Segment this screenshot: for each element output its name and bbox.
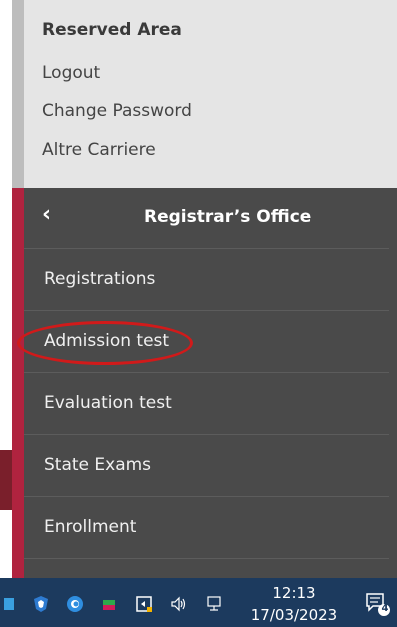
speaker-icon[interactable] [170, 595, 188, 613]
menu-item-evaluation-test[interactable]: Evaluation test [24, 373, 389, 435]
menu-header: ‹ Registrar’s Office [24, 188, 389, 249]
left-strip [0, 0, 24, 578]
browser-icon[interactable] [66, 595, 84, 613]
logout-link[interactable]: Logout [42, 63, 100, 83]
menu-item-registrations[interactable]: Registrations [24, 249, 389, 311]
menu-item-admission-test[interactable]: Admission test [24, 311, 389, 373]
windows-taskbar: 12:13 17/03/2023 4 [0, 578, 397, 627]
bookstack-icon[interactable] [100, 595, 118, 613]
shield-icon[interactable] [32, 595, 50, 613]
altre-carriere-link[interactable]: Altre Carriere [42, 140, 156, 160]
menu-item-enrollment[interactable]: Enrollment [24, 497, 389, 559]
menu-item-label: Registrations [44, 269, 156, 289]
taskbar-clock[interactable]: 12:13 17/03/2023 [246, 582, 342, 626]
menu-item-state-exams[interactable]: State Exams [24, 435, 389, 497]
left-strip-red [12, 188, 24, 578]
menu-item-label: Enrollment [44, 517, 137, 537]
menu-item-label: State Exams [44, 455, 152, 475]
notification-count: 4 [381, 603, 389, 614]
left-strip-dark [0, 450, 12, 510]
menu-item-label: Evaluation test [44, 393, 172, 413]
change-password-link[interactable]: Change Password [42, 101, 192, 121]
registrar-menu: ‹ Registrar’s Office Registrations Admis… [24, 188, 397, 578]
menu-title: Registrar’s Office [144, 207, 312, 227]
reserved-area-panel: Reserved Area Logout Change Password Alt… [24, 0, 397, 188]
clock-date: 17/03/2023 [250, 606, 338, 624]
reserved-area-title: Reserved Area [42, 20, 182, 40]
notification-button[interactable]: 4 [364, 590, 390, 616]
left-strip-gray [12, 0, 24, 188]
network-icon[interactable] [205, 595, 223, 613]
clock-time: 12:13 [272, 584, 316, 602]
screen-capture-icon[interactable] [135, 595, 153, 613]
chevron-left-icon[interactable]: ‹ [42, 202, 51, 227]
app-icon[interactable] [2, 595, 20, 613]
menu-item-label: Admission test [44, 331, 170, 351]
